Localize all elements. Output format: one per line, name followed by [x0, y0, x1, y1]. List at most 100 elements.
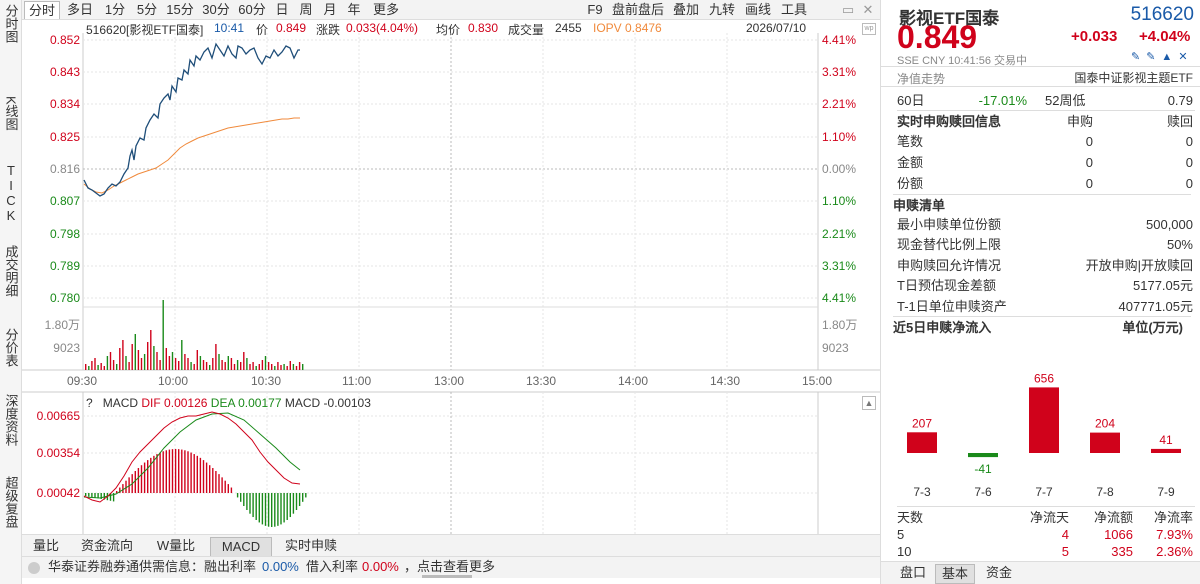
- flow-td: 5: [1061, 544, 1069, 559]
- macd-help-icon[interactable]: ?: [86, 396, 93, 410]
- macd-bar: [184, 450, 186, 493]
- flow-td: 10: [897, 544, 912, 559]
- volume-bar: [252, 362, 254, 370]
- macd-bar: [174, 449, 177, 493]
- volume-bar: [150, 330, 152, 370]
- status-rate2: 0.00%: [362, 559, 399, 574]
- tab-realtime-redemption[interactable]: 实时申赎: [278, 537, 344, 557]
- macd-bar: [267, 493, 270, 527]
- macd-dif: DIF 0.00126: [141, 396, 208, 410]
- perf-value: -17.01%: [978, 93, 1027, 108]
- volume-bar: [218, 354, 220, 370]
- speaker-icon: [28, 562, 40, 574]
- dea-line: [83, 412, 301, 499]
- volume-bar: [289, 361, 291, 370]
- macd-bar: [230, 487, 233, 493]
- volume-bar: [212, 358, 214, 370]
- macd-header: ? MACD DIF 0.00126 DEA 0.00177 MACD -0.0…: [86, 396, 371, 410]
- macd-bar: [181, 449, 183, 493]
- macd-tick: 0.00042: [36, 486, 80, 500]
- indicator-tabs: 量比 资金流向 W量比 MACD 实时申赎: [22, 534, 880, 557]
- flow-category-label: 7-7: [1035, 485, 1053, 499]
- volume-bar: [249, 364, 251, 370]
- macd-bar: [193, 454, 195, 493]
- tab-funds[interactable]: 资金: [979, 564, 1019, 584]
- macd-value: MACD -0.00103: [284, 396, 371, 410]
- volume-bar: [264, 356, 267, 370]
- macd-tick: 0.00665: [36, 409, 80, 423]
- right-bottom-tabs: 盘口 基本 资金: [881, 561, 1200, 584]
- quote-code: 516620: [1130, 4, 1194, 25]
- tab-basic[interactable]: 基本: [935, 564, 975, 584]
- volume-bar: [215, 344, 217, 370]
- flow-value-label: 41: [1159, 433, 1173, 447]
- nav-trend-label[interactable]: 净值走势: [897, 70, 945, 87]
- panel-icons[interactable]: ✎✎▲✕: [1131, 50, 1194, 63]
- scroll-handle[interactable]: [422, 575, 472, 578]
- volume-bar: [168, 356, 171, 370]
- row-label: 笔数: [897, 134, 924, 149]
- flow-category-label: 7-8: [1096, 485, 1114, 499]
- list-value: 5177.05元: [1133, 278, 1193, 293]
- row-label: 金额: [897, 155, 924, 170]
- volume-bar: [240, 362, 242, 370]
- index-name[interactable]: 国泰中证影视主题ETF: [1074, 69, 1193, 86]
- volume-bar: [184, 354, 186, 370]
- volume-bar: [283, 364, 285, 370]
- macd-grid: [83, 392, 818, 534]
- row-label: 份额: [897, 176, 924, 191]
- list-label: T-1日单位申赎资产: [897, 299, 1007, 314]
- volume-bar: [295, 366, 298, 370]
- volume-bar: [280, 365, 282, 370]
- volume-bar: [119, 348, 121, 370]
- volume-bar: [286, 366, 288, 370]
- tab-order-book[interactable]: 盘口: [893, 564, 933, 584]
- volume-bar: [196, 350, 198, 370]
- macd-bar: [255, 493, 257, 520]
- macd-bar: [286, 493, 288, 520]
- volume-bar: [267, 362, 270, 370]
- volume-bar: [156, 352, 158, 370]
- macd-bar: [271, 493, 273, 527]
- volume-bar: [159, 360, 161, 370]
- tab-w-volume-ratio[interactable]: W量比: [150, 537, 202, 557]
- flow-category-label: 7-6: [974, 485, 992, 499]
- macd-bar: [91, 493, 93, 498]
- volume-bar: [181, 340, 183, 370]
- list-value: 500,000: [1146, 217, 1193, 232]
- volume-bar: [174, 358, 177, 370]
- macd-bar: [199, 457, 202, 493]
- volume-bar: [202, 360, 205, 370]
- realtime-col-buy: 申购: [1066, 114, 1093, 129]
- volume-bar: [109, 352, 112, 370]
- collapse-icon[interactable]: ▲: [862, 396, 876, 410]
- volume-bar: [106, 356, 109, 370]
- macd-bar: [85, 493, 87, 496]
- flow-bar: [1090, 432, 1120, 453]
- macd-bar: [134, 471, 136, 493]
- row-v2: 0: [1185, 176, 1193, 191]
- volume-bar: [271, 364, 273, 370]
- macd-bar: [243, 493, 245, 507]
- macd-bar: [88, 493, 90, 497]
- tab-fund-flow[interactable]: 资金流向: [76, 537, 138, 557]
- volume-bar: [140, 358, 143, 370]
- volume-bar: [153, 346, 155, 370]
- realtime-row: 笔数 0 0: [897, 131, 1195, 152]
- macd-bar: [240, 493, 242, 502]
- status-rate1: 0.00%: [262, 559, 299, 574]
- volume-bar: [128, 362, 130, 370]
- avg-price-line: [83, 117, 300, 194]
- macd-bar: [171, 449, 174, 493]
- status-bar[interactable]: 华泰证券融券通供需信息：融出利率 0.00% 借入利率 0.00% ，点击查看更…: [22, 556, 880, 578]
- macd-bar: [205, 462, 208, 493]
- tab-macd[interactable]: MACD: [210, 537, 272, 557]
- macd-bar: [147, 460, 149, 493]
- volume-bar: [255, 366, 257, 370]
- macd-bar: [156, 454, 158, 493]
- macd-bar: [159, 452, 161, 493]
- tab-volume-ratio[interactable]: 量比: [28, 537, 64, 557]
- row-v2: 0: [1185, 155, 1193, 170]
- list-value: 开放申购|开放赎回: [1085, 258, 1193, 273]
- intraday-chart[interactable]: [0, 0, 880, 534]
